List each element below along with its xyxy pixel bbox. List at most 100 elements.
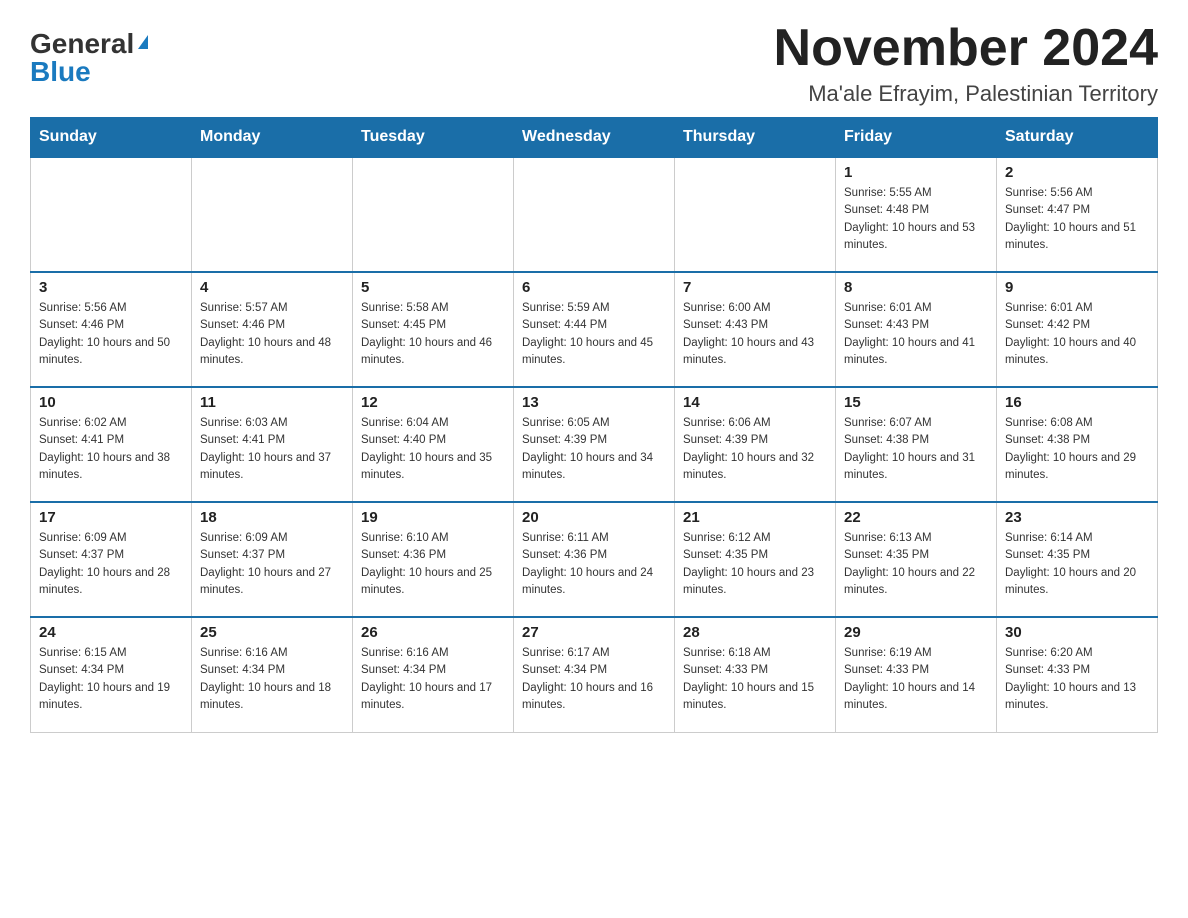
- day-number: 24: [39, 624, 183, 641]
- calendar-cell: 4 Sunrise: 5:57 AM Sunset: 4:46 PM Daylig…: [192, 272, 353, 387]
- day-number: 5: [361, 279, 505, 296]
- day-info: Sunrise: 6:14 AM Sunset: 4:35 PM Dayligh…: [1005, 530, 1149, 599]
- calendar-cell: 17Sunrise: 6:09 AM Sunset: 4:37 PM Dayli…: [31, 502, 192, 617]
- day-number: 10: [39, 394, 183, 411]
- calendar-header-row: SundayMondayTuesdayWednesdayThursdayFrid…: [31, 118, 1158, 158]
- calendar-cell: [31, 157, 192, 272]
- day-info: Sunrise: 6:13 AM Sunset: 4:35 PM Dayligh…: [844, 530, 988, 599]
- calendar-cell: 22Sunrise: 6:13 AM Sunset: 4:35 PM Dayli…: [836, 502, 997, 617]
- weekday-header-tuesday: Tuesday: [353, 118, 514, 158]
- day-number: 26: [361, 624, 505, 641]
- day-number: 18: [200, 509, 344, 526]
- calendar-cell: 3 Sunrise: 5:56 AM Sunset: 4:46 PM Daylig…: [31, 272, 192, 387]
- logo-general-text: General: [30, 30, 134, 58]
- calendar-cell: 1 Sunrise: 5:55 AM Sunset: 4:48 PM Daylig…: [836, 157, 997, 272]
- calendar-cell: 29 Sunrise: 6:19 AM Sunset: 4:33 PM Dayli…: [836, 617, 997, 732]
- day-number: 1: [844, 164, 988, 181]
- day-number: 13: [522, 394, 666, 411]
- day-number: 29: [844, 624, 988, 641]
- calendar-cell: 25 Sunrise: 6:16 AM Sunset: 4:34 PM Dayli…: [192, 617, 353, 732]
- calendar-cell: [675, 157, 836, 272]
- calendar-cell: [514, 157, 675, 272]
- calendar-cell: 2 Sunrise: 5:56 AM Sunset: 4:47 PM Daylig…: [997, 157, 1158, 272]
- day-info: Sunrise: 6:10 AM Sunset: 4:36 PM Dayligh…: [361, 530, 505, 599]
- day-info: Sunrise: 5:56 AM Sunset: 4:47 PM Dayligh…: [1005, 185, 1149, 254]
- calendar-cell: 12 Sunrise: 6:04 AM Sunset: 4:40 PM Dayli…: [353, 387, 514, 502]
- calendar-cell: 27Sunrise: 6:17 AM Sunset: 4:34 PM Dayli…: [514, 617, 675, 732]
- day-info: Sunrise: 6:01 AM Sunset: 4:42 PM Dayligh…: [1005, 300, 1149, 369]
- calendar-cell: 28 Sunrise: 6:18 AM Sunset: 4:33 PM Dayli…: [675, 617, 836, 732]
- day-info: Sunrise: 6:00 AM Sunset: 4:43 PM Dayligh…: [683, 300, 827, 369]
- day-number: 28: [683, 624, 827, 641]
- day-info: Sunrise: 6:16 AM Sunset: 4:34 PM Dayligh…: [361, 645, 505, 714]
- day-number: 21: [683, 509, 827, 526]
- logo: General Blue: [30, 20, 148, 86]
- title-block: November 2024 Ma'ale Efrayim, Palestinia…: [774, 20, 1158, 107]
- day-number: 23: [1005, 509, 1149, 526]
- day-number: 7: [683, 279, 827, 296]
- day-info: Sunrise: 5:58 AM Sunset: 4:45 PM Dayligh…: [361, 300, 505, 369]
- day-info: Sunrise: 6:19 AM Sunset: 4:33 PM Dayligh…: [844, 645, 988, 714]
- day-info: Sunrise: 6:03 AM Sunset: 4:41 PM Dayligh…: [200, 415, 344, 484]
- calendar-cell: 18 Sunrise: 6:09 AM Sunset: 4:37 PM Dayli…: [192, 502, 353, 617]
- day-info: Sunrise: 6:16 AM Sunset: 4:34 PM Dayligh…: [200, 645, 344, 714]
- location-title: Ma'ale Efrayim, Palestinian Territory: [774, 81, 1158, 107]
- day-info: Sunrise: 6:15 AM Sunset: 4:34 PM Dayligh…: [39, 645, 183, 714]
- day-info: Sunrise: 6:11 AM Sunset: 4:36 PM Dayligh…: [522, 530, 666, 599]
- day-info: Sunrise: 5:57 AM Sunset: 4:46 PM Dayligh…: [200, 300, 344, 369]
- weekday-header-monday: Monday: [192, 118, 353, 158]
- day-info: Sunrise: 6:06 AM Sunset: 4:39 PM Dayligh…: [683, 415, 827, 484]
- calendar-cell: 23 Sunrise: 6:14 AM Sunset: 4:35 PM Dayli…: [997, 502, 1158, 617]
- day-info: Sunrise: 6:07 AM Sunset: 4:38 PM Dayligh…: [844, 415, 988, 484]
- page-header: General Blue November 2024 Ma'ale Efrayi…: [30, 20, 1158, 107]
- calendar-week-4: 17Sunrise: 6:09 AM Sunset: 4:37 PM Dayli…: [31, 502, 1158, 617]
- day-number: 9: [1005, 279, 1149, 296]
- day-info: Sunrise: 6:12 AM Sunset: 4:35 PM Dayligh…: [683, 530, 827, 599]
- day-info: Sunrise: 6:18 AM Sunset: 4:33 PM Dayligh…: [683, 645, 827, 714]
- weekday-header-thursday: Thursday: [675, 118, 836, 158]
- calendar-cell: 11 Sunrise: 6:03 AM Sunset: 4:41 PM Dayli…: [192, 387, 353, 502]
- calendar-week-5: 24 Sunrise: 6:15 AM Sunset: 4:34 PM Dayli…: [31, 617, 1158, 732]
- day-number: 14: [683, 394, 827, 411]
- calendar-cell: 15 Sunrise: 6:07 AM Sunset: 4:38 PM Dayli…: [836, 387, 997, 502]
- day-number: 15: [844, 394, 988, 411]
- day-info: Sunrise: 6:08 AM Sunset: 4:38 PM Dayligh…: [1005, 415, 1149, 484]
- calendar-cell: 14 Sunrise: 6:06 AM Sunset: 4:39 PM Dayli…: [675, 387, 836, 502]
- calendar-week-3: 10 Sunrise: 6:02 AM Sunset: 4:41 PM Dayli…: [31, 387, 1158, 502]
- day-number: 30: [1005, 624, 1149, 641]
- calendar-cell: 6 Sunrise: 5:59 AM Sunset: 4:44 PM Daylig…: [514, 272, 675, 387]
- day-number: 3: [39, 279, 183, 296]
- calendar-cell: 19 Sunrise: 6:10 AM Sunset: 4:36 PM Dayli…: [353, 502, 514, 617]
- day-info: Sunrise: 5:56 AM Sunset: 4:46 PM Dayligh…: [39, 300, 183, 369]
- calendar-table: SundayMondayTuesdayWednesdayThursdayFrid…: [30, 117, 1158, 733]
- day-info: Sunrise: 5:59 AM Sunset: 4:44 PM Dayligh…: [522, 300, 666, 369]
- calendar-cell: 8 Sunrise: 6:01 AM Sunset: 4:43 PM Daylig…: [836, 272, 997, 387]
- day-info: Sunrise: 6:20 AM Sunset: 4:33 PM Dayligh…: [1005, 645, 1149, 714]
- month-title: November 2024: [774, 20, 1158, 77]
- weekday-header-saturday: Saturday: [997, 118, 1158, 158]
- calendar-week-2: 3 Sunrise: 5:56 AM Sunset: 4:46 PM Daylig…: [31, 272, 1158, 387]
- day-info: Sunrise: 6:01 AM Sunset: 4:43 PM Dayligh…: [844, 300, 988, 369]
- logo-triangle-icon: [138, 35, 148, 49]
- day-number: 11: [200, 394, 344, 411]
- day-info: Sunrise: 6:09 AM Sunset: 4:37 PM Dayligh…: [39, 530, 183, 599]
- weekday-header-sunday: Sunday: [31, 118, 192, 158]
- day-info: Sunrise: 6:02 AM Sunset: 4:41 PM Dayligh…: [39, 415, 183, 484]
- day-number: 8: [844, 279, 988, 296]
- day-info: Sunrise: 6:04 AM Sunset: 4:40 PM Dayligh…: [361, 415, 505, 484]
- calendar-cell: 30 Sunrise: 6:20 AM Sunset: 4:33 PM Dayli…: [997, 617, 1158, 732]
- day-number: 4: [200, 279, 344, 296]
- calendar-cell: 5 Sunrise: 5:58 AM Sunset: 4:45 PM Daylig…: [353, 272, 514, 387]
- logo-blue-text: Blue: [30, 58, 91, 86]
- day-number: 12: [361, 394, 505, 411]
- day-info: Sunrise: 5:55 AM Sunset: 4:48 PM Dayligh…: [844, 185, 988, 254]
- day-number: 19: [361, 509, 505, 526]
- calendar-cell: 20Sunrise: 6:11 AM Sunset: 4:36 PM Dayli…: [514, 502, 675, 617]
- calendar-cell: 7 Sunrise: 6:00 AM Sunset: 4:43 PM Daylig…: [675, 272, 836, 387]
- day-info: Sunrise: 6:09 AM Sunset: 4:37 PM Dayligh…: [200, 530, 344, 599]
- day-number: 25: [200, 624, 344, 641]
- calendar-week-1: 1 Sunrise: 5:55 AM Sunset: 4:48 PM Daylig…: [31, 157, 1158, 272]
- calendar-cell: 24 Sunrise: 6:15 AM Sunset: 4:34 PM Dayli…: [31, 617, 192, 732]
- day-number: 2: [1005, 164, 1149, 181]
- day-number: 6: [522, 279, 666, 296]
